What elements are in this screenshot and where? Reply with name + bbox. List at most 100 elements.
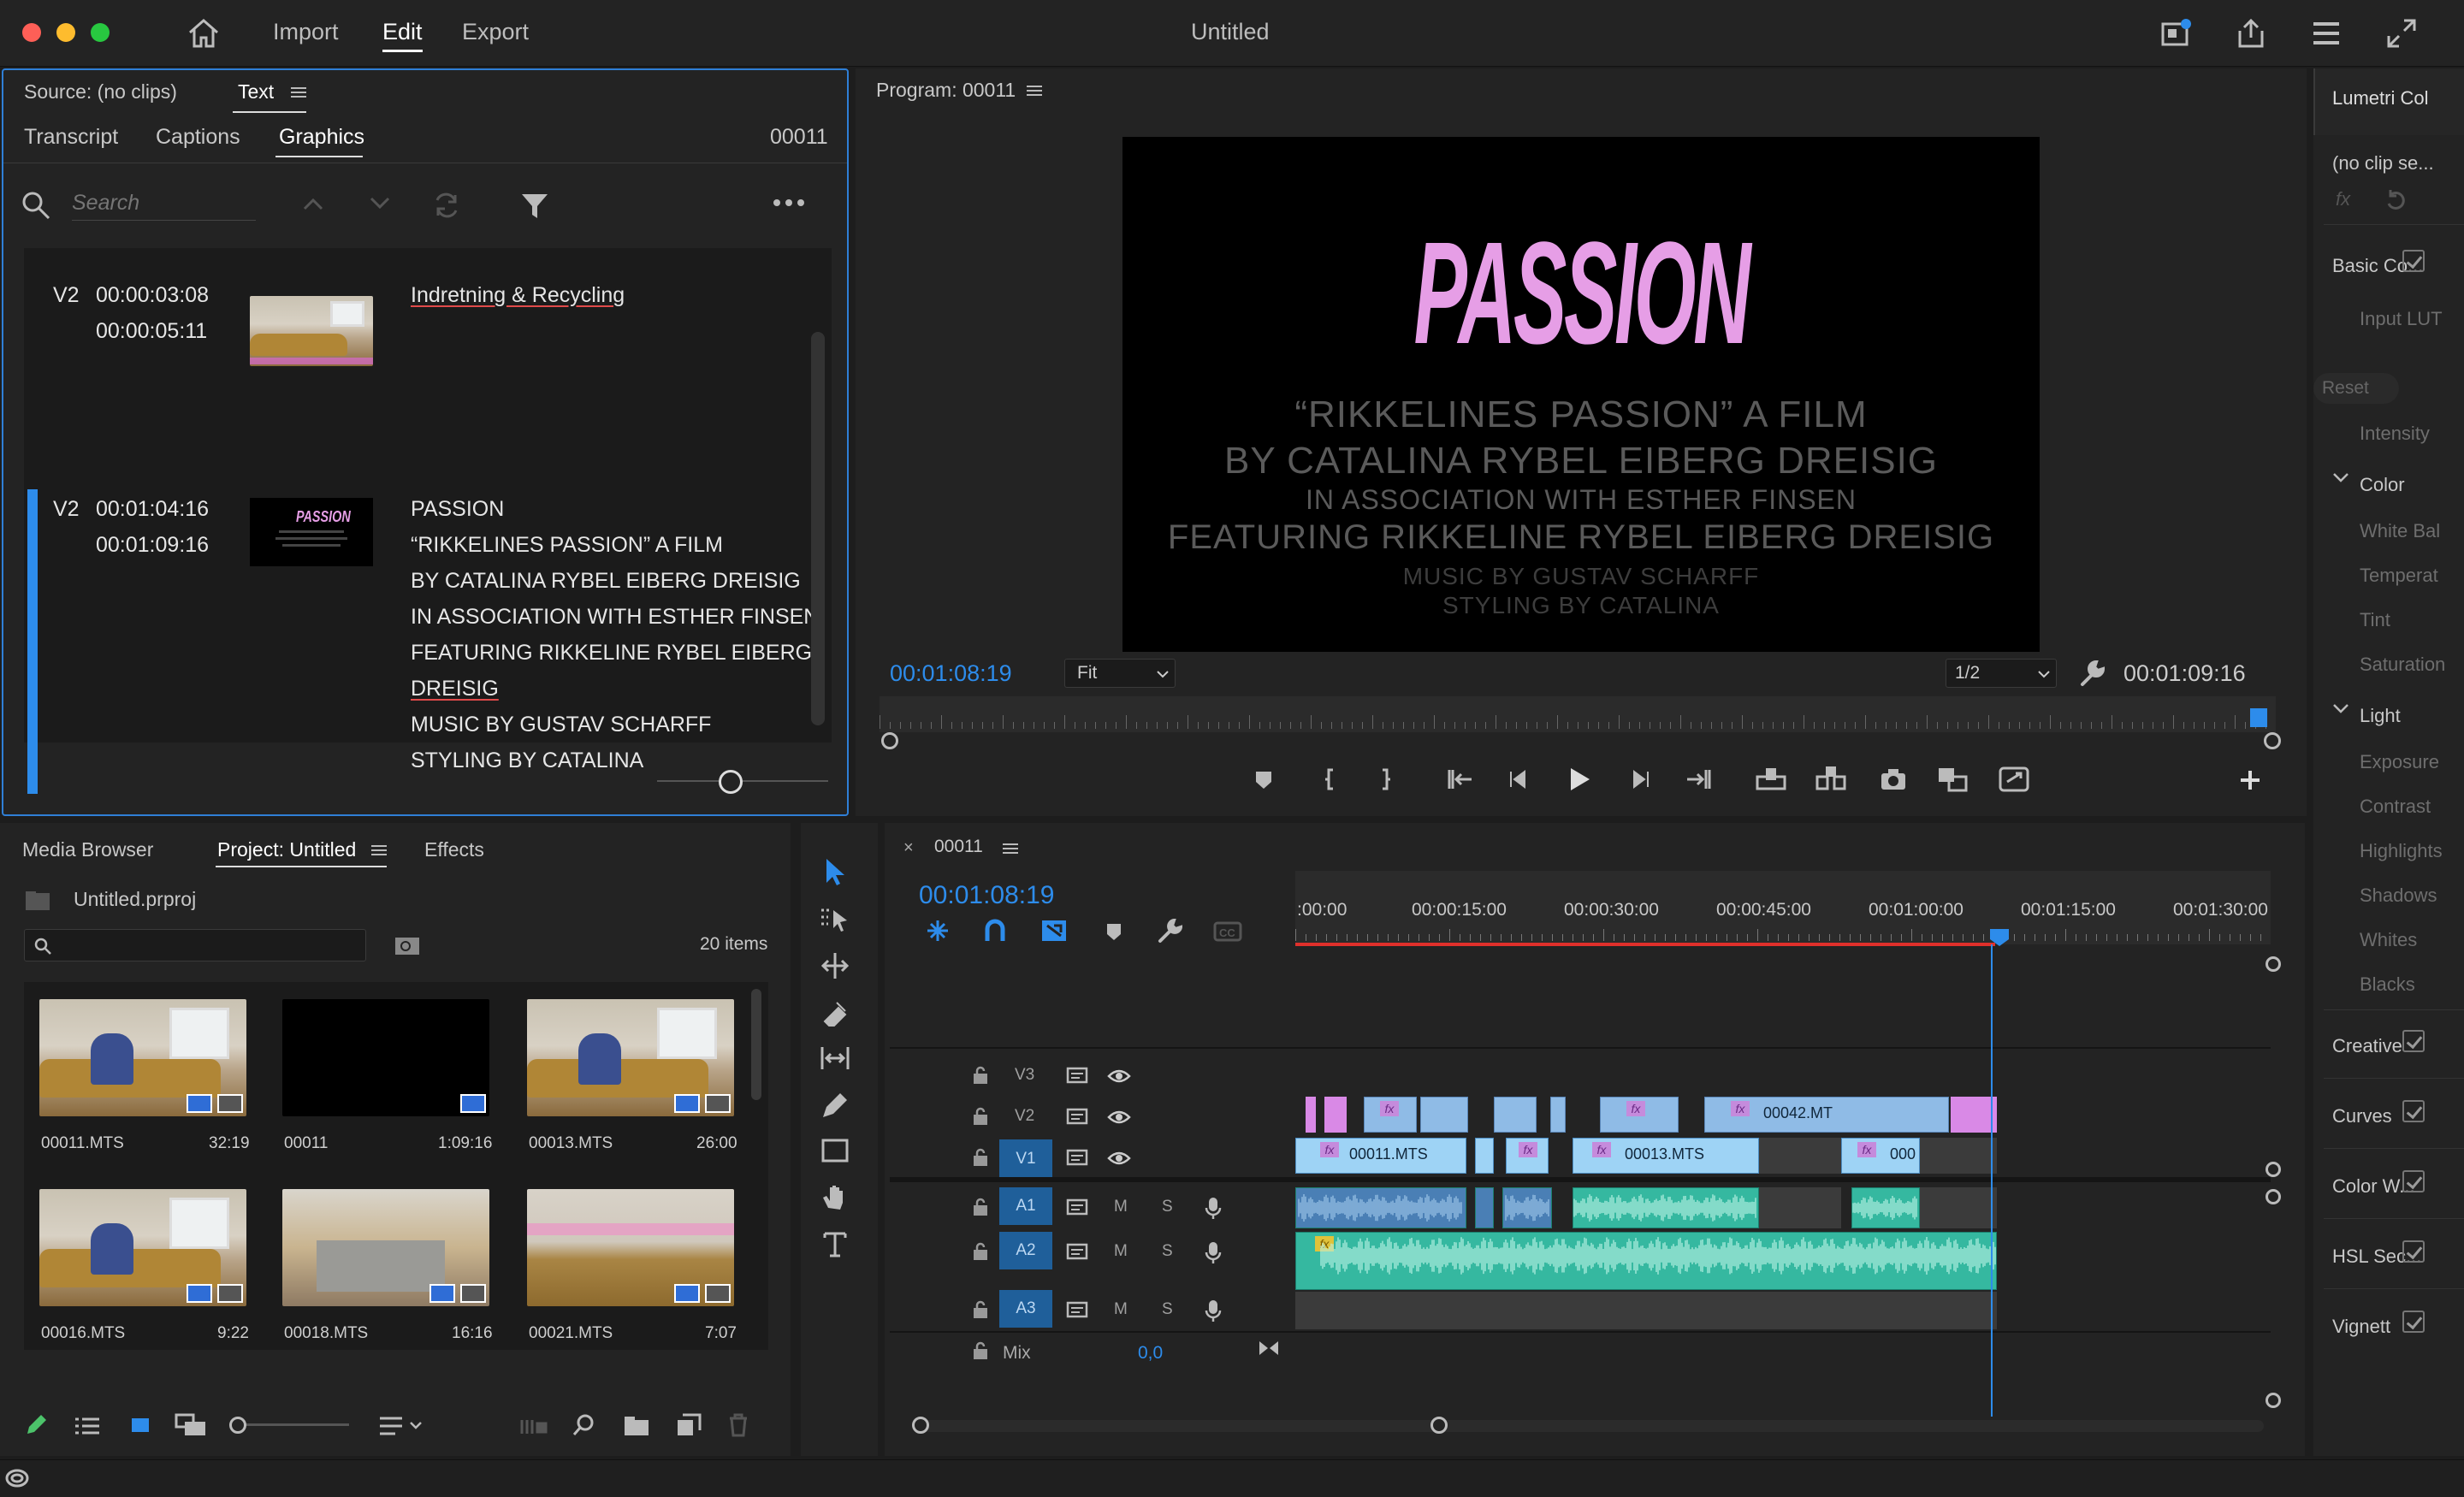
list-scrollbar[interactable]: [811, 332, 825, 725]
video-clip[interactable]: fx: [1364, 1097, 1417, 1133]
video-clip-00011[interactable]: fx 00011.MTS: [1295, 1138, 1466, 1174]
lock-icon[interactable]: [972, 1198, 989, 1216]
graphic-text-line[interactable]: PASSION: [411, 491, 504, 527]
linked-selection-icon[interactable]: [1040, 919, 1068, 943]
close-sequence-icon[interactable]: ×: [903, 838, 914, 858]
media-thumbnail[interactable]: [282, 1189, 489, 1306]
input-lut-label[interactable]: Input LUT: [2360, 308, 2443, 330]
sequence-thumbnail[interactable]: [282, 999, 489, 1116]
video-clip-00013[interactable]: fx 00013.MTS: [1573, 1138, 1759, 1174]
temperature-label[interactable]: Temperat: [2360, 565, 2438, 587]
video-clip[interactable]: fx: [1600, 1097, 1679, 1133]
more-options-icon[interactable]: [772, 197, 806, 209]
project-scrollbar[interactable]: [751, 989, 761, 1100]
sync-lock-icon[interactable]: [1066, 1242, 1088, 1261]
add-button-icon[interactable]: [2238, 768, 2262, 792]
color-wheels-checkbox[interactable]: [2402, 1170, 2425, 1192]
timeline-settings-icon[interactable]: [1157, 919, 1182, 944]
lumetri-title[interactable]: Lumetri Col: [2332, 87, 2428, 109]
comparison-view-icon[interactable]: [1935, 765, 1969, 794]
menu-import[interactable]: Import: [273, 19, 339, 45]
play-icon[interactable]: [1566, 765, 1593, 794]
razor-tool-icon[interactable]: [820, 997, 850, 1027]
tab-media-browser[interactable]: Media Browser: [22, 838, 153, 861]
graphic-text-line[interactable]: DREISIG: [411, 671, 499, 707]
intensity-label[interactable]: Intensity: [2360, 423, 2430, 445]
basic-correction-checkbox[interactable]: [2402, 250, 2425, 272]
sequence-tab[interactable]: 00011: [934, 837, 983, 857]
graphic-text-line[interactable]: MUSIC BY GUSTAV SCHARFF: [411, 707, 711, 743]
new-item-icon[interactable]: [676, 1413, 702, 1437]
lock-icon[interactable]: [972, 1066, 989, 1085]
fullscreen-icon[interactable]: [2385, 17, 2418, 50]
icon-view-icon[interactable]: [128, 1415, 152, 1437]
ripple-edit-tool-icon[interactable]: [820, 951, 850, 980]
sync-lock-icon[interactable]: [1066, 1198, 1088, 1216]
media-thumbnail[interactable]: [527, 1189, 734, 1306]
mute-button[interactable]: M: [1114, 1242, 1128, 1261]
export-frame-icon[interactable]: [1879, 766, 1908, 792]
media-thumbnail[interactable]: [39, 999, 246, 1116]
tint-label[interactable]: Tint: [2360, 609, 2390, 631]
nest-toggle-icon[interactable]: [924, 919, 951, 943]
white-balance-label[interactable]: White Bal: [2360, 520, 2440, 542]
lock-icon[interactable]: [972, 1242, 989, 1261]
pencil-icon[interactable]: [24, 1413, 48, 1437]
go-to-out-icon[interactable]: [1684, 766, 1713, 792]
video-clip[interactable]: fx 000: [1841, 1138, 1920, 1174]
eye-icon[interactable]: [1107, 1068, 1131, 1085]
microphone-icon[interactable]: [1205, 1299, 1222, 1322]
minimize-window-button[interactable]: [56, 23, 75, 42]
lock-icon[interactable]: [972, 1300, 989, 1319]
proxy-toggle-icon[interactable]: [1997, 765, 2031, 794]
tab-graphics[interactable]: Graphics: [279, 125, 364, 150]
track-label-a2[interactable]: A2: [999, 1232, 1052, 1269]
time-ruler[interactable]: :00:00 00:00:15:00 00:00:30:00 00:00:45:00 0…: [1295, 871, 2271, 944]
pen-tool-icon[interactable]: [820, 1090, 850, 1119]
media-thumbnail[interactable]: [527, 999, 734, 1116]
graphic-text-line[interactable]: BY CATALINA RYBEL EIBERG DREISIG: [411, 563, 801, 599]
menu-edit[interactable]: Edit: [382, 19, 423, 52]
vertical-zoom-controls[interactable]: [2266, 956, 2281, 1418]
previous-result-icon[interactable]: [301, 195, 325, 212]
section-curves[interactable]: Curves: [2332, 1105, 2392, 1127]
type-tool-icon[interactable]: [820, 1228, 850, 1259]
program-label[interactable]: Program: 00011: [876, 79, 1016, 102]
curves-checkbox[interactable]: [2402, 1100, 2425, 1122]
creative-cloud-icon[interactable]: [5, 1469, 29, 1488]
sync-lock-icon[interactable]: [1066, 1148, 1088, 1167]
add-marker-icon[interactable]: [1104, 920, 1124, 943]
highlights-label[interactable]: Highlights: [2360, 840, 2443, 862]
track-label-v3[interactable]: V3: [1015, 1066, 1034, 1085]
find-icon[interactable]: [572, 1413, 595, 1437]
video-clip[interactable]: [1494, 1097, 1537, 1133]
track-label-a3[interactable]: A3: [999, 1290, 1052, 1328]
resolution-dropdown[interactable]: 1/2: [1946, 659, 2057, 688]
program-scrubber[interactable]: [880, 696, 2276, 732]
tab-transcript[interactable]: Transcript: [24, 125, 118, 150]
source-tab[interactable]: Source: (no clips): [24, 80, 177, 104]
tab-effects[interactable]: Effects: [424, 838, 484, 861]
sync-lock-icon[interactable]: [1066, 1107, 1088, 1126]
workspaces-icon[interactable]: [2310, 17, 2343, 50]
new-search-bin-icon[interactable]: [394, 934, 421, 956]
automate-to-sequence-icon[interactable]: [518, 1415, 548, 1437]
clear-trash-icon[interactable]: [727, 1413, 749, 1437]
graphic-text-line[interactable]: “RIKKELINES PASSION” A FILM: [411, 527, 723, 563]
media-thumbnail[interactable]: [39, 1189, 246, 1306]
graphic-text-line[interactable]: FEATURING RIKKELINE RYBEL EIBERG: [411, 635, 812, 671]
close-window-button[interactable]: [22, 23, 41, 42]
freeform-view-icon[interactable]: [175, 1413, 209, 1437]
thumbnail-size-slider[interactable]: [657, 780, 828, 782]
lock-icon[interactable]: [972, 1341, 989, 1360]
chevron-down-icon[interactable]: [2332, 703, 2349, 715]
saturation-label[interactable]: Saturation: [2360, 654, 2445, 676]
sync-lock-icon[interactable]: [1066, 1066, 1088, 1085]
scrubber-playhead[interactable]: [2250, 708, 2268, 727]
share-icon[interactable]: [2235, 17, 2267, 50]
mark-out-icon[interactable]: [1372, 766, 1398, 792]
graphic-text-line[interactable]: STYLING BY CATALINA: [411, 743, 643, 778]
mark-in-icon[interactable]: [1318, 766, 1343, 792]
replace-icon[interactable]: [431, 190, 462, 221]
settings-wrench-icon[interactable]: [2077, 659, 2106, 688]
